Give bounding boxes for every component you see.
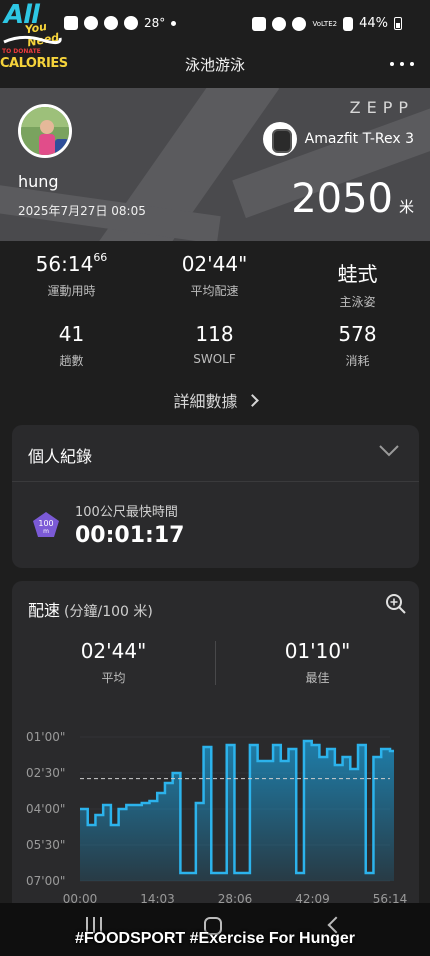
records-title: 個人紀錄 [28,447,93,466]
battery-icon [394,17,402,30]
record-label: 100公尺最快時間 [75,505,178,520]
page-title: 泳池游泳 [184,56,245,74]
pace-best-label: 最佳 [305,671,330,685]
notification-dot-icon [171,20,177,26]
distance-value: 2050 [291,176,393,222]
wifi-icon [292,16,307,31]
watch-icon [262,122,297,156]
medal-text: 100 [38,519,53,528]
pace-area [80,741,394,881]
pinwheel-icon [104,16,118,30]
medal-unit: m [43,528,49,535]
status-right: VoLTE2 44% [252,16,402,31]
stat-label: 消耗 [345,354,370,368]
stat-value-fraction: 66 [93,251,108,264]
stat-value: 41 [58,322,85,346]
messenger-icon [84,16,98,30]
weather-icon [124,16,138,30]
pace-best: 01'10" 最佳 [216,639,419,686]
pace-card: 配速 (分鐘/100 米) 02'44" 平均 01'10" 最佳 01'00" 0… [12,581,419,921]
stat-avg-pace: 02'44" 平均配速 [143,252,286,299]
app-header: 泳池游泳 [0,46,430,88]
personal-records-card: 個人紀錄 100 m 100公尺最快時間 00:01:17 [12,425,419,568]
device-name: Amazfit T-Rex 3 [304,131,414,147]
detailed-data-label: 詳細數據 [173,392,238,411]
network-label: VoLTE2 [312,19,338,28]
pace-avg-value: 02'44" [80,639,147,663]
y-tick-label: 07'00" [26,874,65,888]
stat-duration: 56:1466 運動用時 [0,251,143,299]
hashtag-overlay: #FOODSPORT #Exercise For Hunger [74,930,356,947]
save-icon [252,16,267,31]
pace-avg-label: 平均 [101,671,126,685]
y-tick-label: 02'30" [26,766,65,780]
pace-average: 02'44" 平均 [12,639,215,686]
device-info: Amazfit T-Rex 3 [262,122,414,156]
medal-icon: 100 m [33,512,59,537]
status-left: 28° [64,16,177,30]
zepp-logo: ZEPP [349,98,414,117]
pace-best-value: 01'10" [284,639,351,663]
stat-label: SWOLF [193,352,236,366]
detailed-data-link[interactable]: 詳細數據 [0,388,430,412]
workout-hero: hung 2025年7月27日 08:05 ZEPP Amazfit T-Rex… [0,88,430,241]
user-name: hung [18,172,59,191]
more-options-icon[interactable] [390,54,414,74]
stat-calories: 578 消耗 [286,322,429,369]
status-bar: 28° VoLTE2 44% [0,0,430,46]
stat-label: 運動用時 [47,284,96,298]
distance: 2050 米 [291,176,414,222]
workout-date: 2025年7月27日 08:05 [18,204,146,218]
avatar[interactable] [18,104,72,158]
stat-laps: 41 趟數 [0,322,143,369]
distance-unit: 米 [398,198,414,216]
stat-label: 平均配速 [190,284,239,298]
stat-swolf: 118 SWOLF [143,322,286,366]
avatar-photo [21,107,69,155]
y-tick-label: 04'00" [26,802,65,816]
chevron-right-icon [245,394,259,407]
y-tick-label: 05'30" [26,838,65,852]
temperature: 28° [144,16,166,30]
stat-value: 02'44" [181,252,248,276]
battery-percent: 44% [359,16,388,31]
stat-label: 趟數 [59,354,84,368]
y-tick-label: 01'00" [26,730,65,744]
stat-value: 118 [195,322,234,346]
pace-title: 配速 (分鐘/100 米) [28,597,153,621]
stat-main-stroke: 蛙式 主泳姿 [286,258,429,310]
stat-label: 主泳姿 [339,295,376,309]
pace-title-text: 配速 [28,601,61,620]
stat-value: 56:1466 [35,251,108,276]
zoom-in-icon[interactable] [385,593,407,615]
stat-value: 蛙式 [337,262,378,286]
pace-chart: 01'00"02'30"04'00"05'30"07'00"00:00 14:03… [26,730,407,906]
record-value: 00:01:17 [75,523,185,548]
alarm-icon [272,16,287,31]
chevron-down-icon[interactable] [379,445,399,457]
stat-value: 578 [338,322,377,346]
signal-icon [343,16,354,31]
divider [12,481,419,482]
youtube-icon [64,16,78,30]
pace-unit: (分鐘/100 米) [64,604,153,620]
